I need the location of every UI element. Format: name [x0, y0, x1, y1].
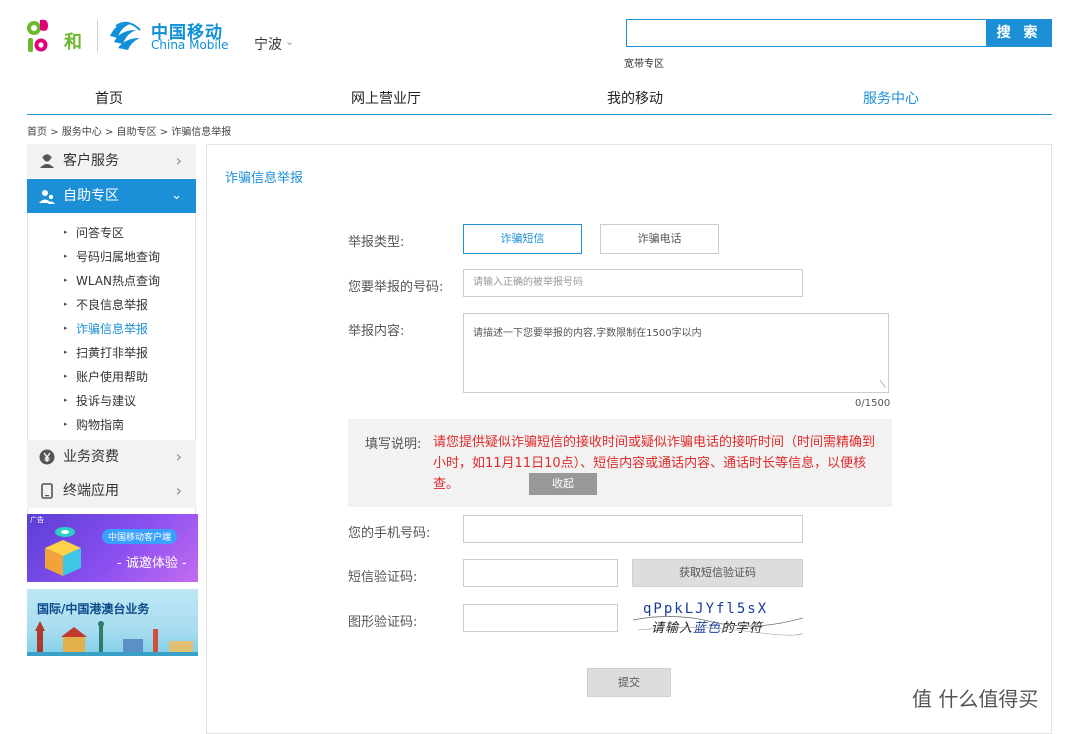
submenu-item-complaints[interactable]: 投诉与建议 — [76, 392, 136, 409]
breadcrumb-separator: > — [104, 127, 114, 138]
site-watermark: 值 什么值得买 — [912, 687, 1039, 711]
chevron-down-icon[interactable]: ⌄ — [285, 35, 294, 48]
chevron-right-icon: › — [175, 481, 182, 500]
instructions-text: 请您提供疑似诈骗短信的接收时间或疑似诈骗电话的接听时间（时间需精确到小时，如11… — [433, 435, 876, 492]
bullet-icon: ▸ — [64, 372, 68, 380]
yen-coin-icon — [39, 449, 55, 465]
nav-online-hall[interactable]: 网上营业厅 — [351, 88, 421, 108]
reported-number-label: 您要举报的号码: — [348, 280, 444, 295]
and-brand-suffix: 和 — [64, 32, 82, 53]
page-title: 诈骗信息举报 — [225, 171, 304, 186]
broadband-link[interactable]: 宽带专区 — [624, 55, 664, 70]
chevron-right-icon: › — [175, 151, 182, 170]
gift-box-illustration-icon — [45, 527, 81, 576]
nav-home[interactable]: 首页 — [95, 88, 123, 108]
site-header: 和 中国移动 China Mobile 宁波 ⌄ 搜 索 宽带专区 — [0, 0, 1080, 80]
get-sms-code-button[interactable]: 获取短信验证码 — [632, 559, 803, 587]
breadcrumb-service-center[interactable]: 服务中心 — [62, 127, 102, 138]
captcha-label: 图形验证码: — [348, 615, 418, 630]
submenu-item-faq[interactable]: 问答专区 — [76, 224, 124, 241]
nav-service-center[interactable]: 服务中心 — [863, 88, 919, 108]
sidebar-item-devices[interactable]: 终端应用 › — [27, 474, 196, 508]
city-selector[interactable]: 宁波 — [254, 34, 282, 54]
bullet-icon: ▸ — [64, 420, 68, 428]
phone-number-input[interactable] — [463, 515, 803, 543]
bullet-icon: ▸ — [64, 396, 68, 404]
type-option-fraud-call[interactable]: 诈骗电话 — [600, 224, 719, 254]
captcha-noise-icon — [633, 616, 803, 636]
submenu-item-shopping-guide[interactable]: 购物指南 — [76, 416, 124, 433]
ad-banner-international[interactable]: 国际/中国港澳台业务 — [27, 589, 198, 656]
captcha-input[interactable] — [463, 604, 618, 632]
search-button[interactable]: 搜 索 — [986, 19, 1052, 47]
chevron-right-icon: › — [175, 447, 182, 466]
submenu-item-bad-info[interactable]: 不良信息举报 — [76, 296, 148, 313]
submenu-item-account-help[interactable]: 账户使用帮助 — [76, 368, 148, 385]
sidebar-item-label: 终端应用 — [63, 483, 119, 499]
china-mobile-logo-icon[interactable] — [106, 16, 144, 54]
sidebar-item-self-service[interactable]: 自助专区 ⌄ — [27, 179, 196, 213]
collapse-button[interactable]: 收起 — [529, 473, 597, 495]
bullet-icon: ▸ — [64, 348, 68, 356]
logo-divider — [97, 20, 98, 52]
type-option-fraud-sms[interactable]: 诈骗短信 — [463, 224, 582, 254]
ad-banner-mobile-app[interactable]: 广告 中国移动客户端 - 诚邀体验 - — [27, 514, 198, 582]
sms-code-label: 短信验证码: — [348, 570, 418, 585]
bullet-icon: ▸ — [64, 228, 68, 236]
breadcrumb-separator: > — [50, 127, 59, 138]
nav-my-mobile[interactable]: 我的移动 — [607, 88, 663, 108]
ad-text: - 诚邀体验 - — [117, 556, 187, 571]
phone-number-label: 您的手机号码: — [348, 526, 431, 541]
instructions-label: 填写说明: — [365, 437, 422, 452]
submenu-item-fraud-report[interactable]: 诈骗信息举报 — [76, 320, 148, 337]
bullet-icon: ▸ — [64, 300, 68, 308]
chevron-down-icon: ⌄ — [171, 188, 182, 203]
sidebar-item-customer-service[interactable]: 客户服务 › — [27, 144, 196, 178]
bullet-icon: ▸ — [64, 276, 68, 284]
search-input[interactable] — [626, 19, 987, 47]
report-content-label: 举报内容: — [348, 324, 405, 339]
bullet-icon: ▸ — [64, 324, 68, 332]
reported-number-input[interactable]: 请输入正确的被举报号码 — [463, 269, 803, 297]
landmarks-illustration-icon — [27, 621, 198, 656]
sidebar-item-fees[interactable]: 业务资费 › — [27, 440, 196, 474]
submenu-item-anti-porn[interactable]: 扫黄打非举报 — [76, 344, 148, 361]
user-headset-icon — [40, 154, 54, 168]
sidebar-item-label: 业务资费 — [63, 449, 119, 465]
bullet-icon: ▸ — [64, 252, 68, 260]
breadcrumb-home[interactable]: 首页 — [27, 127, 47, 138]
breadcrumb-self-service[interactable]: 自助专区 — [117, 127, 157, 138]
sms-code-input[interactable] — [463, 559, 618, 587]
breadcrumb: 首页 > 服务中心 > 自助专区 > 诈骗信息举报 — [27, 123, 231, 138]
submenu-item-wlan[interactable]: WLAN热点查询 — [76, 272, 160, 289]
breadcrumb-separator: > — [159, 127, 169, 138]
report-content-placeholder: 请描述一下您要举报的内容,字数限制在1500字以内 — [473, 328, 702, 339]
phone-device-icon — [41, 483, 53, 499]
brand-name-en: China Mobile — [151, 38, 229, 52]
ad-text: 国际/中国港澳台业务 — [37, 602, 150, 616]
sidebar-item-label: 自助专区 — [63, 188, 119, 204]
ad-pill-label: 中国移动客户端 — [102, 529, 178, 544]
captcha-image[interactable]: qPpkLJYfl5sX 请输入蓝色的字符 — [633, 601, 803, 636]
user-group-icon — [39, 190, 55, 204]
breadcrumb-current: 诈骗信息举报 — [171, 127, 232, 138]
nav-underline — [27, 114, 1052, 115]
sidebar-item-label: 客户服务 — [63, 153, 119, 169]
report-type-label: 举报类型: — [348, 235, 405, 250]
submit-button[interactable]: 提交 — [587, 668, 671, 697]
char-counter: 0/1500 — [855, 398, 891, 409]
submenu-item-number-lookup[interactable]: 号码归属地查询 — [76, 248, 160, 265]
report-content-textarea[interactable]: 请描述一下您要举报的内容,字数限制在1500字以内 ⃥ — [463, 313, 889, 393]
